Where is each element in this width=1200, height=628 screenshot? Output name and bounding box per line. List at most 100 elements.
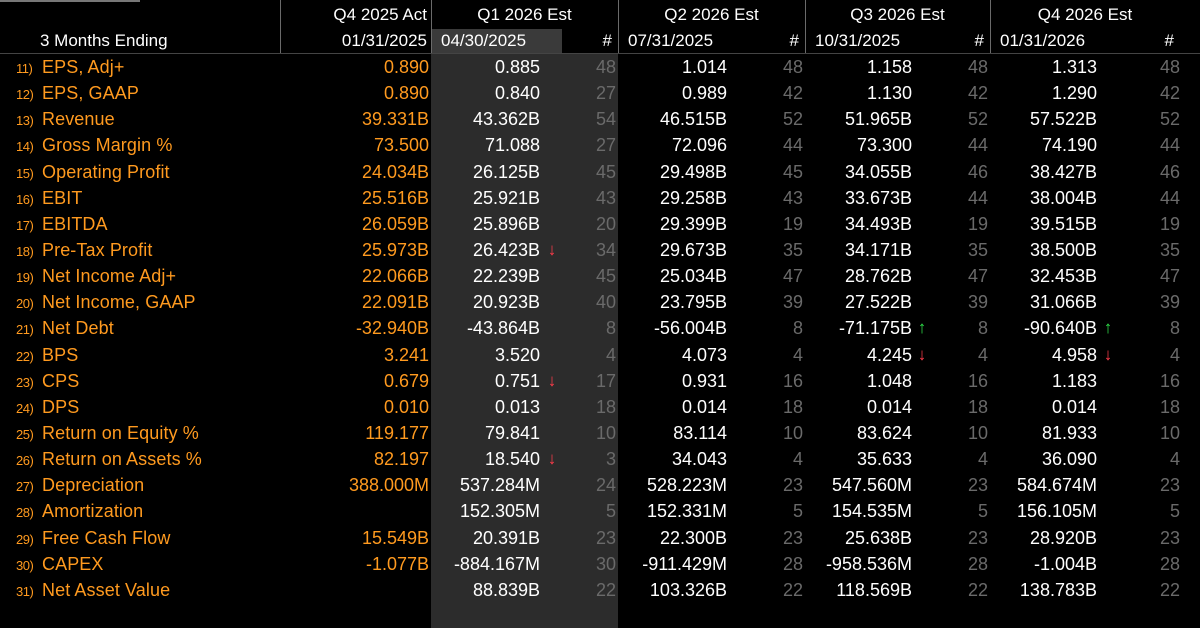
estimate-value-q2[interactable]: 22.300B [618,525,749,551]
estimate-count-q3[interactable]: 35 [934,237,990,263]
estimate-count-q3[interactable]: 39 [934,289,990,315]
estimate-count-q1[interactable]: 20 [562,211,618,237]
estimate-count-q3[interactable]: 52 [934,106,990,132]
estimate-count-q3[interactable]: 8 [934,315,990,341]
header-q4-2026-est[interactable]: Q4 2026 Est [990,2,1180,28]
estimate-count-q4[interactable]: 18 [1119,394,1180,420]
actual-value[interactable]: 0.010 [280,394,431,420]
table-row[interactable]: 31) Net Asset Value 88.839B 22 103.326B 22 118… [0,577,1200,603]
actual-value[interactable]: -1.077B [280,551,431,577]
row-label[interactable]: 26) Return on Assets % [0,446,280,472]
row-label[interactable]: 16) EBIT [0,185,280,211]
estimate-count-q3[interactable]: 28 [934,551,990,577]
estimate-value-q2[interactable]: -56.004B [618,315,749,341]
estimate-count-q2[interactable]: 39 [749,289,805,315]
estimate-value-q2[interactable]: 29.498B [618,159,749,185]
estimate-value-q4[interactable]: 38.500B [990,237,1119,263]
estimate-value-q4[interactable]: 156.105M [990,498,1119,524]
estimate-value-q3[interactable]: 28.762B [805,263,934,289]
estimate-count-q3[interactable]: 10 [934,420,990,446]
estimate-count-q2[interactable]: 23 [749,472,805,498]
estimate-count-q4[interactable]: 52 [1119,106,1180,132]
estimate-count-q4[interactable]: 48 [1119,54,1180,80]
estimate-value-q1[interactable]: 0.840 [431,80,562,106]
row-label[interactable]: 14) Gross Margin % [0,132,280,158]
estimate-value-q4[interactable]: 1.313 [990,54,1119,80]
estimate-value-q3[interactable]: 27.522B [805,289,934,315]
estimate-value-q2[interactable]: 0.989 [618,80,749,106]
row-label[interactable]: 19) Net Income Adj+ [0,263,280,289]
table-row[interactable]: 22) BPS 3.241 3.520 4 4.073 4 4.245 ↓ 4 4.958 ↓ 4 [0,342,1200,368]
estimate-value-q1[interactable]: 43.362B [431,106,562,132]
estimate-count-q1[interactable]: 45 [562,159,618,185]
estimate-value-q1[interactable]: -43.864B [431,315,562,341]
table-row[interactable]: 23) CPS 0.679 0.751 ↓ 17 0.931 16 1.048 16 1.183 16 [0,368,1200,394]
actual-value[interactable]: 22.066B [280,263,431,289]
estimate-value-q3[interactable]: 51.965B [805,106,934,132]
actual-value[interactable]: 0.679 [280,368,431,394]
estimate-count-q2[interactable]: 5 [749,498,805,524]
estimate-count-q2[interactable]: 18 [749,394,805,420]
estimate-value-q2[interactable]: 23.795B [618,289,749,315]
estimate-count-q1[interactable]: 18 [562,394,618,420]
estimate-count-q2[interactable]: 52 [749,106,805,132]
estimate-value-q3[interactable]: 25.638B [805,525,934,551]
table-row[interactable]: 12) EPS, GAAP 0.890 0.840 27 0.989 42 1.130 42 1.… [0,80,1200,106]
estimate-value-q4[interactable]: 57.522B [990,106,1119,132]
estimate-value-q2[interactable]: 34.043 [618,446,749,472]
estimate-count-q1[interactable]: 23 [562,525,618,551]
row-label[interactable]: 18) Pre-Tax Profit [0,237,280,263]
table-row[interactable]: 17) EBITDA 26.059B 25.896B 20 29.399B 19 34.493… [0,211,1200,237]
estimate-value-q1[interactable]: 71.088 [431,132,562,158]
table-row[interactable]: 20) Net Income, GAAP 22.091B 20.923B 40 23.79… [0,289,1200,315]
estimate-value-q1[interactable]: 25.921B [431,185,562,211]
estimate-count-q4[interactable]: 10 [1119,420,1180,446]
estimate-value-q3[interactable]: 73.300 [805,132,934,158]
actual-value[interactable]: 25.973B [280,237,431,263]
estimate-value-q4[interactable]: 74.190 [990,132,1119,158]
estimate-count-q3[interactable]: 46 [934,159,990,185]
estimate-value-q1[interactable]: 22.239B [431,263,562,289]
estimate-count-q4[interactable]: 5 [1119,498,1180,524]
row-label[interactable]: 25) Return on Equity % [0,420,280,446]
estimate-count-q1[interactable]: 10 [562,420,618,446]
estimate-value-q3[interactable]: 33.673B [805,185,934,211]
table-row[interactable]: 15) Operating Profit 24.034B 26.125B 45 29.49… [0,159,1200,185]
row-label[interactable]: 31) Net Asset Value [0,577,280,603]
row-label[interactable]: 13) Revenue [0,106,280,132]
estimate-count-q1[interactable]: 27 [562,132,618,158]
actual-value[interactable]: 0.890 [280,54,431,80]
estimate-count-q4[interactable]: 46 [1119,159,1180,185]
estimate-count-q2[interactable]: 10 [749,420,805,446]
estimate-value-q2[interactable]: 25.034B [618,263,749,289]
estimate-value-q1[interactable]: 0.751 [431,368,562,394]
estimate-value-q1[interactable]: 152.305M [431,498,562,524]
estimate-count-q2[interactable]: 8 [749,315,805,341]
estimate-count-q4[interactable]: 23 [1119,472,1180,498]
actual-value[interactable] [280,498,431,524]
row-label[interactable]: 28) Amortization [0,498,280,524]
actual-value[interactable]: 22.091B [280,289,431,315]
row-label[interactable]: 15) Operating Profit [0,159,280,185]
row-label[interactable]: 12) EPS, GAAP [0,80,280,106]
estimate-count-q3[interactable]: 4 [934,446,990,472]
estimate-count-q1[interactable]: 27 [562,80,618,106]
estimate-value-q4[interactable]: 32.453B [990,263,1119,289]
table-row[interactable]: 14) Gross Margin % 73.500 71.088 27 72.096 44 7… [0,132,1200,158]
estimate-value-q3[interactable]: 34.055B [805,159,934,185]
estimate-value-q3[interactable]: 35.633 [805,446,934,472]
table-row[interactable]: 27) Depreciation 388.000M 537.284M 24 528.223… [0,472,1200,498]
estimate-value-q1[interactable]: 537.284M [431,472,562,498]
row-label[interactable]: 21) Net Debt [0,315,280,341]
estimate-count-q2[interactable]: 22 [749,577,805,603]
actual-value[interactable]: -32.940B [280,315,431,341]
estimate-count-q3[interactable]: 19 [934,211,990,237]
estimate-count-q1[interactable]: 5 [562,498,618,524]
header-q4-2025-act[interactable]: Q4 2025 Act [280,2,431,28]
estimate-count-q4[interactable]: 22 [1119,577,1180,603]
estimate-count-q3[interactable]: 44 [934,185,990,211]
table-row[interactable]: 21) Net Debt -32.940B -43.864B 8 -56.004B 8 -71… [0,315,1200,341]
estimate-count-q3[interactable]: 23 [934,472,990,498]
estimate-value-q1[interactable]: 20.391B [431,525,562,551]
estimate-count-q3[interactable]: 23 [934,525,990,551]
